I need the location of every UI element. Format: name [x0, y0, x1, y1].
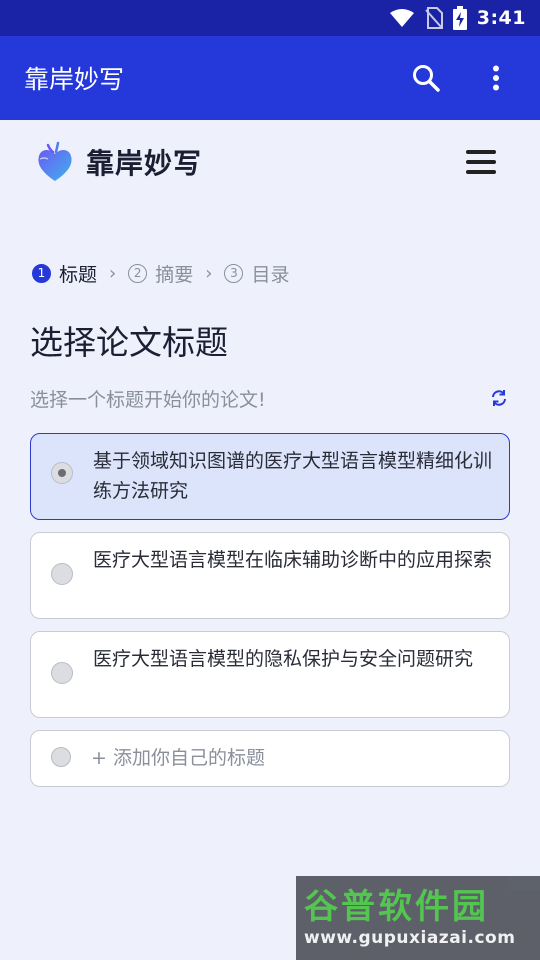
- step-number: 2: [128, 263, 148, 283]
- title-option-1[interactable]: 基于领域知识图谱的医疗大型语言模型精细化训练方法研究: [30, 433, 510, 520]
- watermark-url: www.gupuxiazai.com: [304, 928, 516, 948]
- step-label: 摘要: [155, 263, 194, 286]
- title-option-2[interactable]: 医疗大型语言模型在临床辅助诊断中的应用探索: [30, 532, 510, 619]
- status-time: 3:41: [476, 7, 526, 29]
- more-vertical-icon[interactable]: [476, 58, 516, 98]
- watermark-title: 谷普软件园: [304, 887, 489, 927]
- subtitle-row: 选择一个标题开始你的论文!: [30, 384, 508, 412]
- title-option-3[interactable]: 医疗大型语言模型的隐私保护与安全问题研究: [30, 631, 510, 718]
- page-title: 选择论文标题: [30, 323, 228, 362]
- step-abstract[interactable]: 2 摘要: [128, 260, 193, 287]
- hamburger-menu-icon[interactable]: [466, 147, 496, 177]
- radio-unselected[interactable]: [51, 563, 73, 585]
- radio-unselected[interactable]: [51, 662, 73, 684]
- option-text: 医疗大型语言模型的隐私保护与安全问题研究: [93, 648, 474, 670]
- radio-unselected: [51, 747, 71, 767]
- step-label: 目录: [251, 263, 290, 286]
- app-bar: 靠岸妙写: [0, 36, 540, 120]
- brand-name: 靠岸妙写: [86, 147, 203, 180]
- heart-logo-icon: [36, 141, 74, 183]
- option-text: 基于领域知识图谱的医疗大型语言模型精细化训练方法研究: [93, 450, 493, 502]
- step-number: 1: [32, 263, 51, 283]
- main-content: 靠岸妙写 1 标题 › 2 摘要 › 3 目录 选择论文标题 选择一个标题开始你…: [0, 120, 540, 960]
- chevron-right-icon: ›: [205, 262, 213, 284]
- step-title[interactable]: 1 标题: [32, 260, 97, 287]
- chevron-right-icon: ›: [109, 262, 117, 284]
- stepper: 1 标题 › 2 摘要 › 3 目录: [32, 260, 289, 286]
- wifi-icon: [389, 8, 415, 28]
- app-title: 靠岸妙写: [24, 65, 125, 94]
- watermark: 谷普软件园 www.gupuxiazai.com: [296, 876, 540, 960]
- radio-selected[interactable]: [51, 462, 73, 484]
- add-title-label: + 添加你自己的标题: [91, 747, 265, 769]
- page-subtitle: 选择一个标题开始你的论文!: [30, 388, 266, 411]
- search-icon[interactable]: [406, 58, 446, 98]
- step-label: 标题: [59, 263, 98, 286]
- refresh-icon[interactable]: [490, 389, 508, 407]
- brand-header: 靠岸妙写: [36, 140, 496, 184]
- step-number: 3: [224, 263, 244, 283]
- battery-charging-icon: [452, 6, 467, 30]
- option-text: 医疗大型语言模型在临床辅助诊断中的应用探索: [93, 549, 493, 571]
- add-custom-title[interactable]: + 添加你自己的标题: [30, 730, 510, 787]
- step-toc[interactable]: 3 目录: [224, 260, 289, 287]
- no-sim-icon: [424, 7, 443, 29]
- status-bar: 3:41: [0, 0, 540, 36]
